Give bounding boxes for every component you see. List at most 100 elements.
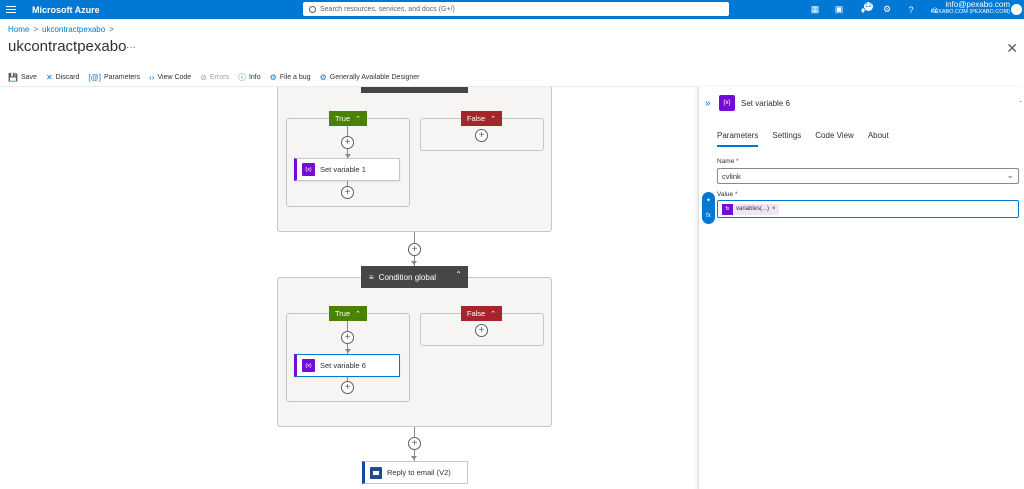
ga-designer-button[interactable]: ⚙ Generally Available Designer <box>320 73 420 82</box>
action-label: Reply to email (V2) <box>387 468 451 477</box>
add-step-plus-icon[interactable]: + <box>341 136 354 149</box>
true-label-global[interactable]: True ⌃ <box>329 306 367 321</box>
value-input[interactable]: fx variables(...) × <box>717 200 1019 218</box>
chevron-up-icon: ⌃ <box>490 310 497 318</box>
chevron-down-icon: ⌄ <box>1006 170 1014 180</box>
cloud-shell-icon[interactable]: ▦ <box>808 3 822 17</box>
chevron-up-icon: ⌃ <box>355 310 362 318</box>
tab-parameters[interactable]: Parameters <box>717 131 759 147</box>
save-button[interactable]: 💾 Save <box>8 73 37 82</box>
close-icon[interactable]: ✕ <box>1006 40 1018 57</box>
breadcrumb-resource[interactable]: ukcontractpexabo <box>42 25 105 34</box>
required-mark: * <box>736 158 739 165</box>
page-title: ukcontractpexabo <box>8 38 127 55</box>
avatar[interactable] <box>1011 4 1022 15</box>
required-mark: * <box>734 191 738 198</box>
hamburger-menu-icon[interactable] <box>0 0 22 19</box>
reply-to-email-action[interactable]: Reply to email (V2) <box>362 461 468 484</box>
notification-badge: 12 <box>864 1 873 11</box>
condition-global-header[interactable]: ≡ Condition global ⌃ <box>361 266 468 288</box>
add-step-plus-icon[interactable]: + <box>475 129 488 142</box>
action-label: Set variable 1 <box>320 165 366 174</box>
designer-toolbar: 💾 Save ✕ Discard [@] Parameters ‹› View Code… <box>8 72 420 83</box>
account-menu[interactable]: info@pexabo.com PEXABO.COM (PEXABO.COM) <box>931 1 1010 16</box>
fx-token-icon: fx <box>722 203 733 215</box>
parameters-button[interactable]: [@] Parameters <box>88 73 140 82</box>
condition-header-upper[interactable] <box>361 87 468 93</box>
azure-brand[interactable]: Microsoft Azure <box>32 5 100 15</box>
view-code-button[interactable]: ‹› View Code <box>149 73 191 82</box>
code-icon: ‹› <box>149 73 155 82</box>
add-step-plus-icon[interactable]: + <box>341 186 354 199</box>
add-step-plus-icon[interactable]: + <box>341 381 354 394</box>
panel-title[interactable]: Set variable 6 <box>741 99 790 108</box>
breadcrumb-separator: > <box>33 25 39 34</box>
errors-button[interactable]: ⊘ Errors <box>200 73 229 82</box>
condition-global-title: Condition global <box>378 272 437 282</box>
discard-button[interactable]: ✕ Discard <box>46 73 79 82</box>
account-directory: PEXABO.COM (PEXABO.COM) <box>930 9 1010 15</box>
connector-arrow <box>411 261 417 265</box>
notifications-icon[interactable]: ♦ 12 <box>856 1 873 17</box>
value-field-label: Value * <box>717 191 738 198</box>
outlook-mail-icon <box>370 466 382 479</box>
add-step-plus-icon[interactable]: + <box>341 331 354 344</box>
azure-top-bar: Microsoft Azure Search resources, servic… <box>0 0 1024 19</box>
chevron-up-icon: ⌃ <box>490 115 497 123</box>
set-variable-6-action[interactable]: {x} Set variable 6 <box>294 354 400 377</box>
search-placeholder: Search resources, services, and docs (G+… <box>320 5 455 13</box>
designer-canvas[interactable]: True ⌃ False ⌃ + + {x} Set variable 1 + + … <box>0 87 698 489</box>
connector-arrow <box>411 456 417 460</box>
breadcrumb: Home > ukcontractpexabo > <box>8 25 114 34</box>
add-step-plus-icon[interactable]: + <box>475 324 488 337</box>
search-icon <box>309 5 316 13</box>
variable-icon: {x} <box>302 359 315 372</box>
name-select-value: cvlink <box>722 171 741 181</box>
breadcrumb-separator: > <box>109 25 114 34</box>
chevron-up-icon: ⌃ <box>455 270 462 279</box>
settings-gear-icon[interactable]: ⚙ <box>880 3 894 17</box>
tab-settings[interactable]: Settings <box>772 131 801 147</box>
info-icon: ⓘ <box>237 73 246 82</box>
false-label-upper[interactable]: False ⌃ <box>461 111 502 126</box>
token-picker-toggle[interactable]: ✦ fx <box>702 192 715 224</box>
tab-code-view[interactable]: Code View <box>815 131 854 147</box>
expression-token[interactable]: fx variables(...) × <box>722 203 779 215</box>
global-search-input[interactable]: Search resources, services, and docs (G+… <box>303 2 729 16</box>
condition-icon: ≡ <box>369 272 374 282</box>
save-icon: 💾 <box>8 73 18 82</box>
help-icon[interactable]: ? <box>904 3 918 17</box>
false-label-global[interactable]: False ⌃ <box>461 306 502 321</box>
set-variable-1-action[interactable]: {x} Set variable 1 <box>294 158 400 181</box>
lightning-icon: ✦ <box>705 197 712 204</box>
panel-more-icon[interactable]: · <box>1019 96 1022 106</box>
add-step-plus-icon[interactable]: + <box>408 243 421 256</box>
breadcrumb-home[interactable]: Home <box>8 25 29 34</box>
directory-filter-icon[interactable]: ▣ <box>832 3 846 17</box>
name-select[interactable]: cvlink ⌄ <box>717 168 1019 184</box>
bug-icon: ⚙ <box>269 73 277 82</box>
variable-icon: {x} <box>719 95 735 111</box>
fx-icon: fx <box>706 213 711 220</box>
panel-tabs: Parameters Settings Code View About <box>717 131 889 147</box>
designer-icon: ⚙ <box>319 73 327 82</box>
variable-icon: {x} <box>302 163 315 176</box>
info-button[interactable]: ⓘ Info <box>238 72 261 83</box>
more-options-icon[interactable]: ··· <box>126 42 136 53</box>
discard-icon: ✕ <box>45 73 53 82</box>
account-email: info@pexabo.com <box>945 0 1010 9</box>
file-bug-button[interactable]: ⚙ File a bug <box>270 73 311 82</box>
token-remove-icon[interactable]: × <box>772 206 776 212</box>
true-label-upper[interactable]: True ⌃ <box>329 111 367 126</box>
name-field-label: Name * <box>717 158 739 165</box>
parameters-icon: [@] <box>88 73 101 82</box>
token-text: variables(...) <box>736 206 770 212</box>
chevron-up-icon: ⌃ <box>355 115 362 123</box>
collapse-panel-icon[interactable]: » <box>705 98 711 109</box>
action-details-panel: » {x} Set variable 6 · Parameters Settin… <box>698 87 1024 489</box>
action-label: Set variable 6 <box>320 361 366 370</box>
add-step-plus-icon[interactable]: + <box>408 437 421 450</box>
connector-arrow <box>345 349 351 353</box>
errors-icon: ⊘ <box>200 73 207 82</box>
tab-about[interactable]: About <box>868 131 889 147</box>
